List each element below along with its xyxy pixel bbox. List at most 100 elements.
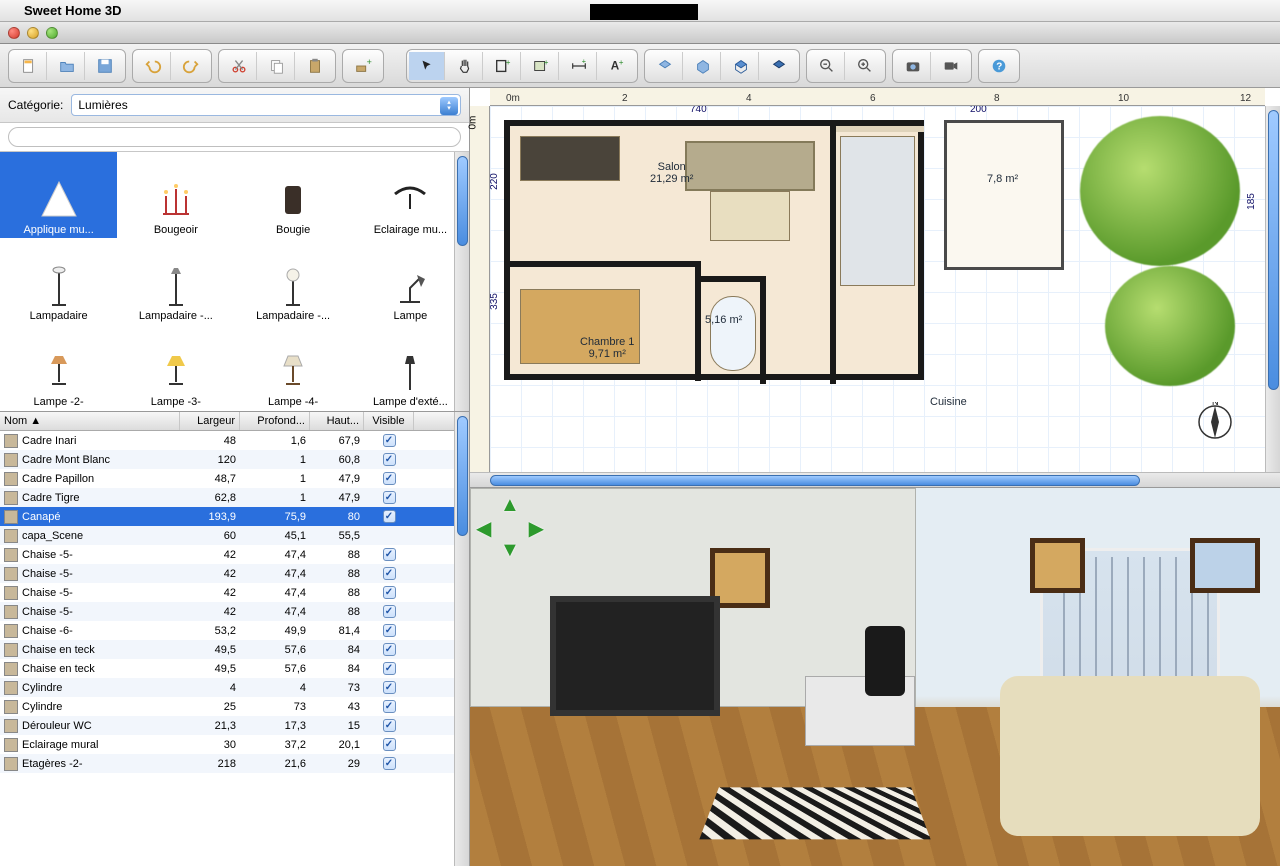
zoom-in-button[interactable]	[847, 52, 883, 80]
col-depth[interactable]: Profond...	[240, 412, 310, 430]
nav-3d-control[interactable]: ▲ ▼ ◀ ▶	[480, 498, 540, 558]
3d-view[interactable]: ▲ ▼ ◀ ▶	[470, 488, 1280, 866]
plan-view[interactable]: 0m 2 4 6 8 10 12 0m 740 200 220 335 185	[470, 88, 1280, 488]
category-select[interactable]: Lumières	[71, 94, 461, 116]
pan-tool-button[interactable]	[447, 52, 483, 80]
checkbox-checked-icon	[383, 719, 396, 732]
cell-visible[interactable]	[364, 662, 414, 675]
cell-visible[interactable]	[364, 605, 414, 618]
zoom-out-button[interactable]	[809, 52, 845, 80]
create-walls-button[interactable]: +	[485, 52, 521, 80]
cell-visible[interactable]	[364, 510, 414, 523]
app-name[interactable]: Sweet Home 3D	[24, 3, 122, 18]
furniture-name: Cadre Inari	[22, 435, 76, 447]
plan-canvas[interactable]: 740 200 220 335 185	[490, 106, 1265, 472]
cell-width: 25	[180, 701, 240, 713]
catalog-item[interactable]: Lampadaire	[0, 238, 117, 324]
col-height[interactable]: Haut...	[310, 412, 364, 430]
cell-visible[interactable]	[364, 719, 414, 732]
catalog-scrollbar[interactable]	[454, 152, 469, 411]
table-row[interactable]: Chaise en teck49,557,684	[0, 640, 469, 659]
open-file-button[interactable]	[49, 52, 85, 80]
cell-visible[interactable]	[364, 738, 414, 751]
table-row[interactable]: Chaise -6-53,249,981,4	[0, 621, 469, 640]
catalog-item[interactable]: Lampadaire -...	[117, 238, 234, 324]
table-row[interactable]: Chaise -5-4247,488	[0, 602, 469, 621]
table-row[interactable]: Chaise -5-4247,488	[0, 545, 469, 564]
table-row[interactable]: Cylindre257343	[0, 697, 469, 716]
paste-button[interactable]	[297, 52, 333, 80]
catalog-item[interactable]: Applique mu...	[0, 152, 117, 238]
cell-visible[interactable]	[364, 472, 414, 485]
tb-group-file	[8, 49, 126, 83]
catalog-search-input[interactable]	[8, 127, 461, 147]
catalog-item[interactable]: Lampe	[352, 238, 469, 324]
cell-depth: 1	[240, 454, 310, 466]
add-text-button[interactable]: A+	[599, 52, 635, 80]
take-photo-button[interactable]	[895, 52, 931, 80]
catalog-item[interactable]: Lampe -4-	[235, 324, 352, 410]
plan-hscrollbar[interactable]	[470, 472, 1280, 487]
catalog-item[interactable]: Bougie	[235, 152, 352, 238]
cell-visible[interactable]	[364, 491, 414, 504]
cell-visible[interactable]	[364, 624, 414, 637]
table-row[interactable]: capa_Scene6045,155,5	[0, 526, 469, 545]
col-width[interactable]: Largeur	[180, 412, 240, 430]
zoom-button[interactable]	[46, 27, 58, 39]
window-titlebar[interactable]	[0, 22, 1280, 44]
catalog-item[interactable]: Lampe d'exté...	[352, 324, 469, 410]
cell-depth: 49,9	[240, 625, 310, 637]
copy-button[interactable]	[259, 52, 295, 80]
table-row[interactable]: Cadre Inari481,667,9	[0, 431, 469, 450]
undo-button[interactable]	[135, 52, 171, 80]
table-row[interactable]: Cylindre4473	[0, 678, 469, 697]
create-rooms-button[interactable]: +	[523, 52, 559, 80]
table-scrollbar[interactable]	[454, 412, 469, 866]
cell-visible[interactable]	[364, 757, 414, 770]
select-tool-button[interactable]	[409, 52, 445, 80]
add-furniture-button[interactable]: +	[345, 52, 381, 80]
create-dimensions-button[interactable]: +	[561, 52, 597, 80]
col-name[interactable]: Nom ▲	[0, 412, 180, 430]
save-file-button[interactable]	[87, 52, 123, 80]
new-file-button[interactable]	[11, 52, 47, 80]
cell-visible[interactable]	[364, 700, 414, 713]
redo-button[interactable]	[173, 52, 209, 80]
3d-view-aerial-button[interactable]	[723, 52, 759, 80]
3d-view-top-button[interactable]	[647, 52, 683, 80]
col-visible[interactable]: Visible	[364, 412, 414, 430]
minimize-button[interactable]	[27, 27, 39, 39]
plan-vscrollbar[interactable]	[1265, 106, 1280, 472]
catalog-item[interactable]: Lampadaire -...	[235, 238, 352, 324]
catalog-item[interactable]: Bougeoir	[117, 152, 234, 238]
catalog-item[interactable]: Lampe -2-	[0, 324, 117, 410]
table-row[interactable]: Chaise -5-4247,488	[0, 583, 469, 602]
cell-visible[interactable]	[364, 681, 414, 694]
table-row[interactable]: Etagères -2-21821,629	[0, 754, 469, 773]
table-row[interactable]: Cadre Mont Blanc120160,8	[0, 450, 469, 469]
help-button[interactable]: ?	[981, 52, 1017, 80]
table-row[interactable]: Dérouleur WC21,317,315	[0, 716, 469, 735]
table-row[interactable]: Chaise -5-4247,488	[0, 564, 469, 583]
cell-visible[interactable]	[364, 586, 414, 599]
table-header[interactable]: Nom ▲ Largeur Profond... Haut... Visible	[0, 412, 469, 431]
cell-visible[interactable]	[364, 548, 414, 561]
cell-visible[interactable]	[364, 434, 414, 447]
cut-button[interactable]	[221, 52, 257, 80]
create-video-button[interactable]	[933, 52, 969, 80]
table-row[interactable]: Canapé193,975,980	[0, 507, 469, 526]
table-row[interactable]: Cadre Tigre62,8147,9	[0, 488, 469, 507]
cell-visible[interactable]	[364, 567, 414, 580]
cell-width: 21,3	[180, 720, 240, 732]
cell-visible[interactable]	[364, 453, 414, 466]
table-row[interactable]: Chaise en teck49,557,684	[0, 659, 469, 678]
catalog-item[interactable]: Eclairage mu...	[352, 152, 469, 238]
3d-view-virtual-button[interactable]	[685, 52, 721, 80]
catalog-item[interactable]: Lampe -3-	[117, 324, 234, 410]
furniture-table: Nom ▲ Largeur Profond... Haut... Visible…	[0, 412, 469, 866]
close-button[interactable]	[8, 27, 20, 39]
table-row[interactable]: Cadre Papillon48,7147,9	[0, 469, 469, 488]
cell-visible[interactable]	[364, 643, 414, 656]
table-row[interactable]: Eclairage mural3037,220,1	[0, 735, 469, 754]
3d-view-observer-button[interactable]	[761, 52, 797, 80]
